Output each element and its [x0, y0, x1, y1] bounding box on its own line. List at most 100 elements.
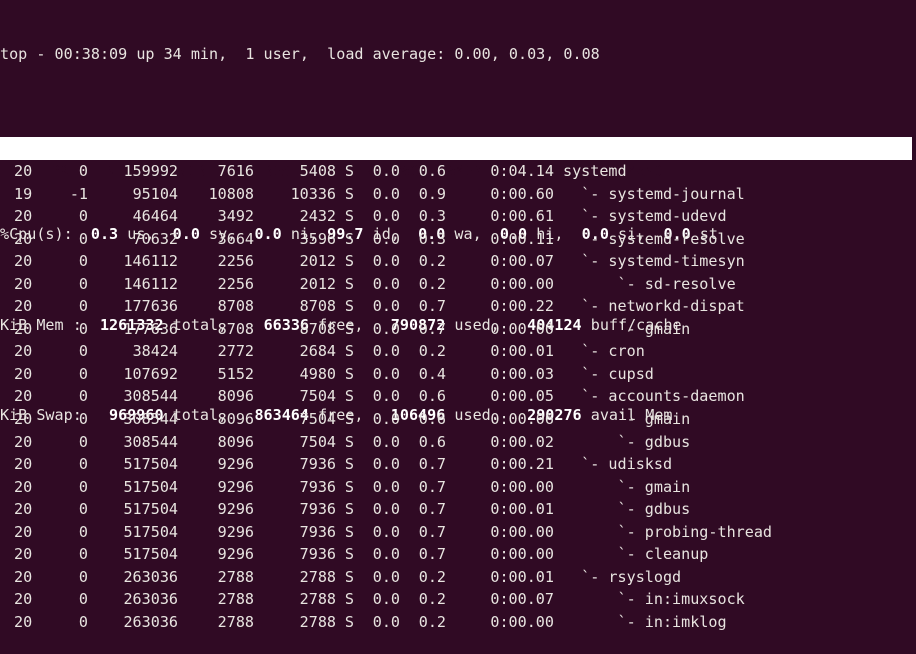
process-row: 20 0 517504 9296 7936 S 0.0 0.7 0:00.01 `- gdbus	[0, 498, 772, 521]
time-cell: 0:00.00	[490, 612, 554, 631]
res-cell: 2256	[217, 252, 254, 271]
process-row: 20 0 146112 2256 2012 S 0.0 0.2 0:00.00 `- sd-re…	[0, 273, 772, 296]
process-row: 20 0 146112 2256 2012 S 0.0 0.2 0:00.07 `- syste…	[0, 250, 772, 273]
virt-cell: 38424	[132, 342, 178, 361]
virt-cell: 263036	[123, 612, 178, 631]
cpu-cell: 0.0	[372, 567, 400, 586]
res-cell: 9296	[217, 477, 254, 496]
process-row: 20 0 46464 3492 2432 S 0.0 0.3 0:00.61 `- system…	[0, 205, 772, 228]
command-cell: `- udisksd	[563, 455, 673, 474]
state-cell: S	[344, 207, 354, 226]
pr-cell: 20	[14, 545, 33, 564]
uptime-text: up 34 min, 1 user, load average:	[127, 45, 455, 64]
ni-cell: 0	[78, 567, 88, 586]
process-row: 19 -1 95104 10808 10336 S 0.0 0.9 0:00.60 `- sys…	[0, 183, 772, 206]
command-cell: systemd	[563, 162, 627, 180]
res-cell: 2256	[217, 274, 254, 293]
process-row: 20 0 107692 5152 4980 S 0.0 0.4 0:00.03 `- cupsd	[0, 363, 772, 386]
ni-cell: 0	[78, 500, 88, 519]
mem-cell: 0.7	[418, 319, 446, 338]
terminal-window[interactable]: top - 00:38:09 up 34 min, 1 user, load a…	[0, 0, 916, 654]
virt-cell: 146112	[123, 252, 178, 271]
time-cell: 0:04.14	[490, 162, 554, 180]
virt-cell: 177636	[123, 319, 178, 338]
process-row: 20 0 38424 2772 2684 S 0.0 0.2 0:00.01 `- cron	[0, 340, 772, 363]
shr-cell: 5408	[299, 162, 336, 180]
time-cell: 0:00.00	[490, 477, 554, 496]
mem-cell: 0.9	[418, 184, 446, 203]
process-row: 20 0 308544 8096 7504 S 0.0 0.6 0:00.02 `- gdbus	[0, 431, 772, 454]
cpu-cell: 0.0	[372, 612, 400, 631]
command-cell: `- rsyslogd	[563, 567, 682, 586]
res-cell: 9296	[217, 522, 254, 541]
cpu-cell: 0.0	[372, 455, 400, 474]
command-cell: `- probing-thread	[563, 522, 773, 541]
shr-cell: 2684	[299, 342, 336, 361]
cpu-cell: 0.0	[372, 274, 400, 293]
shr-cell: 8708	[299, 297, 336, 316]
virt-cell: 95104	[132, 184, 178, 203]
virt-cell: 517504	[123, 500, 178, 519]
virt-cell: 517504	[123, 522, 178, 541]
process-row: 20 0 70632 3664 3596 S 0.0 0.3 0:00.11 `- system…	[0, 228, 772, 251]
shr-cell: 7936	[299, 522, 336, 541]
command-cell: `- accounts-daemon	[563, 387, 745, 406]
ni-cell: 0	[78, 274, 88, 293]
cpu-cell: 0.0	[372, 319, 400, 338]
pr-cell: 20	[14, 522, 33, 541]
virt-cell: 107692	[123, 364, 178, 383]
ni-cell: 0	[78, 297, 88, 316]
pr-cell: 20	[14, 274, 33, 293]
cpu-cell: 0.0	[372, 500, 400, 519]
state-cell: S	[344, 162, 354, 180]
ni-cell: 0	[78, 162, 88, 180]
virt-cell: 517504	[123, 545, 178, 564]
state-cell: S	[344, 252, 354, 271]
command-cell: `- gmain	[563, 477, 691, 496]
state-cell: S	[344, 522, 354, 541]
mem-cell: 0.3	[418, 229, 446, 248]
res-cell: 9296	[217, 455, 254, 474]
top-prefix: top -	[0, 45, 55, 64]
pr-cell: 20	[14, 252, 33, 271]
ni-cell: 0	[78, 410, 88, 429]
mem-cell: 0.7	[418, 545, 446, 564]
process-row: 20 0 263036 2788 2788 S 0.0 0.2 0:00.07 `- in:im…	[0, 588, 772, 611]
state-cell: S	[344, 500, 354, 519]
ni-cell: -1	[69, 184, 88, 203]
virt-cell: 308544	[123, 387, 178, 406]
pr-cell: 20	[14, 229, 33, 248]
time-cell: 0:00.60	[490, 184, 554, 203]
pr-cell: 20	[14, 612, 33, 631]
virt-cell: 517504	[123, 455, 178, 474]
pr-cell: 20	[14, 342, 33, 361]
process-row: 20 0 517504 9296 7936 S 0.0 0.7 0:00.00 `- probi…	[0, 521, 772, 544]
cpu-cell: 0.0	[372, 162, 400, 180]
state-cell: S	[344, 410, 354, 429]
res-cell: 2788	[217, 612, 254, 631]
ni-cell: 0	[78, 319, 88, 338]
command-cell: `- gdbus	[563, 432, 691, 451]
mem-cell: 0.2	[418, 274, 446, 293]
ni-cell: 0	[78, 590, 88, 609]
virt-cell: 159992	[123, 162, 178, 180]
mem-cell: 0.6	[418, 387, 446, 406]
time-cell: 0:00.06	[490, 410, 554, 429]
pr-cell: 20	[14, 162, 33, 180]
command-cell: `- in:imklog	[563, 612, 727, 631]
time-cell: 0:00.01	[490, 567, 554, 586]
mem-cell: 0.6	[418, 162, 446, 180]
time-cell: 0:00.00	[490, 319, 554, 338]
mem-cell: 0.7	[418, 522, 446, 541]
state-cell: S	[344, 590, 354, 609]
res-cell: 2788	[217, 567, 254, 586]
pr-cell: 20	[14, 319, 33, 338]
command-cell: `- gmain	[563, 410, 691, 429]
shr-cell: 7936	[299, 455, 336, 474]
uptime-line: top - 00:38:09 up 34 min, 1 user, load a…	[0, 43, 718, 66]
state-cell: S	[344, 545, 354, 564]
ni-cell: 0	[78, 477, 88, 496]
ni-cell: 0	[78, 252, 88, 271]
load-average: 0.00, 0.03, 0.08	[454, 45, 600, 64]
mem-cell: 0.2	[418, 252, 446, 271]
